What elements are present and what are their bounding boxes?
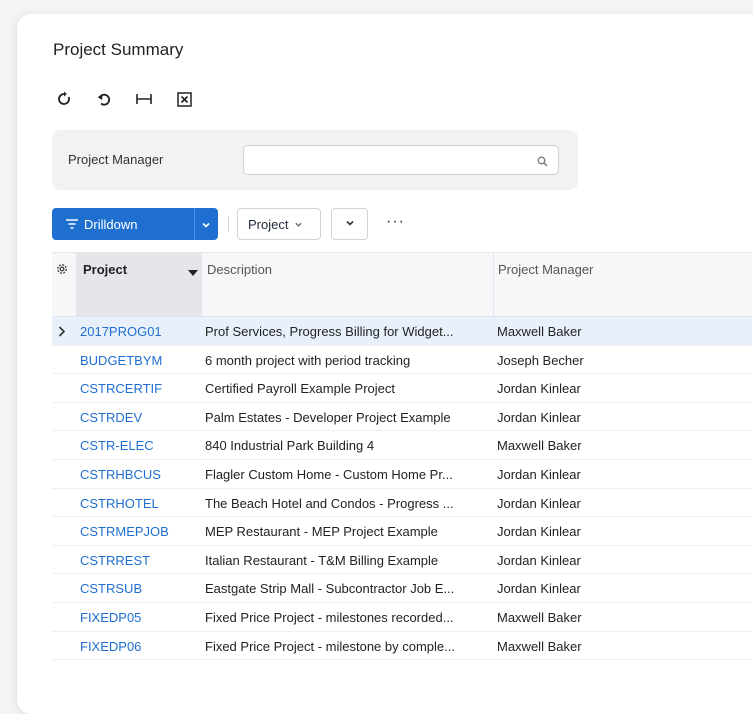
undo-icon[interactable]: [95, 90, 113, 108]
table-row[interactable]: CSTRHOTEL The Beach Hotel and Condos - P…: [52, 489, 752, 518]
project-id-link[interactable]: FIXEDP06: [80, 639, 141, 654]
project-description: Fixed Price Project - milestone by compl…: [205, 638, 455, 654]
table-row[interactable]: CSTRMEPJOB MEP Restaurant - MEP Project …: [52, 517, 752, 546]
project-id-link[interactable]: CSTRCERTIF: [80, 381, 162, 396]
project-description: Fixed Price Project - milestones recorde…: [205, 609, 454, 625]
project-description: Prof Services, Progress Billing for Widg…: [205, 324, 454, 339]
project-manager-name: Jordan Kinlear: [497, 524, 581, 540]
project-description: 840 Industrial Park Building 4: [205, 438, 375, 454]
project-id-link[interactable]: CSTRDEV: [80, 410, 142, 425]
column-header-description[interactable]: Description: [207, 262, 272, 277]
drilldown-button[interactable]: Drilldown: [52, 208, 218, 240]
page-title: Project Summary: [53, 40, 184, 59]
project-description: Italian Restaurant - T&M Billing Example: [205, 552, 439, 568]
column-header-project[interactable]: Project: [83, 262, 127, 277]
project-id-link[interactable]: CSTRMEPJOB: [80, 524, 169, 539]
drilldown-label: Drilldown: [84, 216, 138, 232]
project-description: 6 month project with period tracking: [205, 352, 411, 368]
project-description: The Beach Hotel and Condos - Progress ..…: [205, 495, 454, 511]
project-group-label: Project: [248, 216, 289, 232]
filter-lines-icon: [66, 217, 78, 232]
project-id-link[interactable]: CSTRHOTEL: [80, 496, 159, 511]
project-manager-name: Maxwell Baker: [497, 438, 582, 454]
expand-options-button[interactable]: [331, 208, 368, 240]
table-row[interactable]: CSTRDEV Palm Estates - Developer Project…: [52, 403, 752, 432]
toolbar-divider: [228, 216, 229, 232]
project-manager-name: Jordan Kinlear: [497, 581, 581, 597]
project-id-link[interactable]: BUDGETBYM: [80, 353, 162, 368]
project-description: Palm Estates - Developer Project Example: [205, 409, 451, 425]
project-manager-name: Maxwell Baker: [497, 638, 582, 654]
refresh-icon[interactable]: [55, 90, 73, 108]
project-id-link[interactable]: CSTRHBCUS: [80, 467, 161, 482]
sort-descending-icon[interactable]: [188, 264, 198, 282]
project-group-button[interactable]: Project: [237, 208, 321, 240]
project-manager-name: Maxwell Baker: [497, 609, 582, 625]
table-row[interactable]: CSTRHBCUS Flagler Custom Home - Custom H…: [52, 460, 752, 489]
project-id-link[interactable]: CSTRREST: [80, 553, 150, 568]
table-row[interactable]: FIXEDP05 Fixed Price Project - milestone…: [52, 603, 752, 632]
fit-columns-icon[interactable]: [135, 90, 153, 108]
drilldown-divider: [194, 208, 195, 240]
table-row[interactable]: FIXEDP06 Fixed Price Project - milestone…: [52, 632, 752, 661]
table-row[interactable]: CSTR-ELEC 840 Industrial Park Building 4…: [52, 431, 752, 460]
project-description: Certified Payroll Example Project: [205, 381, 396, 397]
excel-export-icon[interactable]: [175, 90, 193, 108]
toolbar: [55, 90, 193, 108]
project-manager-name: Joseph Becher: [497, 352, 584, 368]
project-manager-input[interactable]: [252, 146, 536, 174]
table-row[interactable]: CSTRREST Italian Restaurant - T&M Billin…: [52, 546, 752, 575]
chevron-down-icon: [294, 217, 303, 232]
project-id-link[interactable]: 2017PROG01: [80, 324, 162, 339]
chevron-right-icon[interactable]: [58, 325, 66, 340]
table-row[interactable]: CSTRCERTIF Certified Payroll Example Pro…: [52, 374, 752, 403]
grid-header: Project Description Project Manager: [52, 253, 752, 317]
gear-icon[interactable]: [55, 262, 69, 281]
project-id-link[interactable]: CSTR-ELEC: [80, 438, 154, 453]
project-id-link[interactable]: CSTRSUB: [80, 581, 142, 596]
project-id-link[interactable]: FIXEDP05: [80, 610, 141, 625]
chevron-down-icon: [345, 215, 355, 233]
project-manager-field[interactable]: [243, 145, 559, 175]
project-description: Flagler Custom Home - Custom Home Pr...: [205, 466, 453, 482]
project-manager-name: Jordan Kinlear: [497, 466, 581, 482]
project-manager-label: Project Manager: [68, 152, 164, 167]
project-manager-name: Jordan Kinlear: [497, 495, 581, 511]
project-grid: Project Description Project Manager 2017…: [52, 252, 752, 661]
project-manager-name: Jordan Kinlear: [497, 552, 581, 568]
project-manager-name: Jordan Kinlear: [497, 409, 581, 425]
project-manager-name: Jordan Kinlear: [497, 381, 581, 397]
more-options-icon[interactable]: ···: [386, 213, 405, 231]
project-description: MEP Restaurant - MEP Project Example: [205, 524, 438, 540]
project-manager-name: Maxwell Baker: [497, 324, 582, 339]
table-row[interactable]: 2017PROG01 Prof Services, Progress Billi…: [52, 317, 752, 346]
table-row[interactable]: BUDGETBYM 6 month project with period tr…: [52, 346, 752, 375]
column-divider: [493, 253, 494, 316]
column-header-project-manager[interactable]: Project Manager: [498, 262, 593, 277]
search-icon: [537, 154, 548, 172]
chevron-down-icon[interactable]: [201, 218, 211, 233]
table-row[interactable]: CSTRSUB Eastgate Strip Mall - Subcontrac…: [52, 574, 752, 603]
project-description: Eastgate Strip Mall - Subcontractor Job …: [205, 581, 455, 597]
